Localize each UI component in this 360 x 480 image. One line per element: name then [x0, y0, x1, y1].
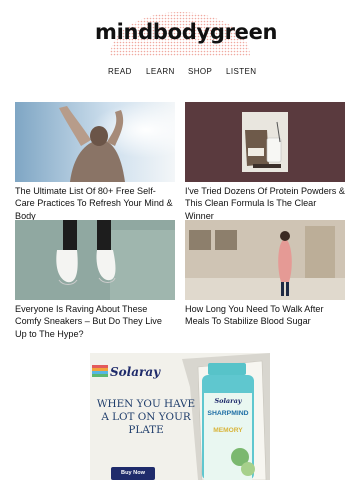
nav-read[interactable]: READ: [108, 67, 132, 76]
logo-text: mindbodygreen: [95, 20, 278, 44]
article-card[interactable]: I've Tried Dozens Of Protein Powders & T…: [185, 102, 345, 222]
ad-brand-logo: Solaray: [110, 365, 161, 379]
article-title[interactable]: Everyone Is Raving About These Comfy Sne…: [15, 303, 175, 340]
nav-shop[interactable]: SHOP: [188, 67, 212, 76]
article-image: [185, 102, 345, 182]
nav-listen[interactable]: LISTEN: [226, 67, 256, 76]
nav-learn[interactable]: LEARN: [146, 67, 175, 76]
article-card[interactable]: Everyone Is Raving About These Comfy Sne…: [15, 220, 175, 340]
ad-buy-now-button[interactable]: Buy Now: [111, 467, 155, 480]
article-title[interactable]: The Ultimate List Of 80+ Free Self-Care …: [15, 185, 175, 222]
article-image: [15, 102, 175, 182]
ad-product-variant: MEMORY: [213, 427, 243, 434]
ad-product-name: SHARPMIND: [207, 410, 248, 417]
main-nav: READ LEARN SHOP LISTEN: [0, 67, 360, 83]
ad-banner[interactable]: SHARPMIND MEMORY Solaray Solaray WHEN YO…: [90, 353, 270, 480]
article-card[interactable]: How Long You Need To Walk After Meals To…: [185, 220, 345, 328]
article-image: [185, 220, 345, 300]
site-header: mindbodygreen READ LEARN SHOP LISTEN: [0, 0, 360, 90]
article-title[interactable]: How Long You Need To Walk After Meals To…: [185, 303, 345, 328]
article-title[interactable]: I've Tried Dozens Of Protein Powders & T…: [185, 185, 345, 222]
article-card[interactable]: The Ultimate List Of 80+ Free Self-Care …: [15, 102, 175, 222]
article-image: [15, 220, 175, 300]
site-logo[interactable]: mindbodygreen: [95, 8, 278, 56]
ad-headline: WHEN YOU HAVE A LOT ON YOUR PLATE: [96, 398, 196, 436]
ad-product-brand: Solaray: [214, 397, 242, 405]
